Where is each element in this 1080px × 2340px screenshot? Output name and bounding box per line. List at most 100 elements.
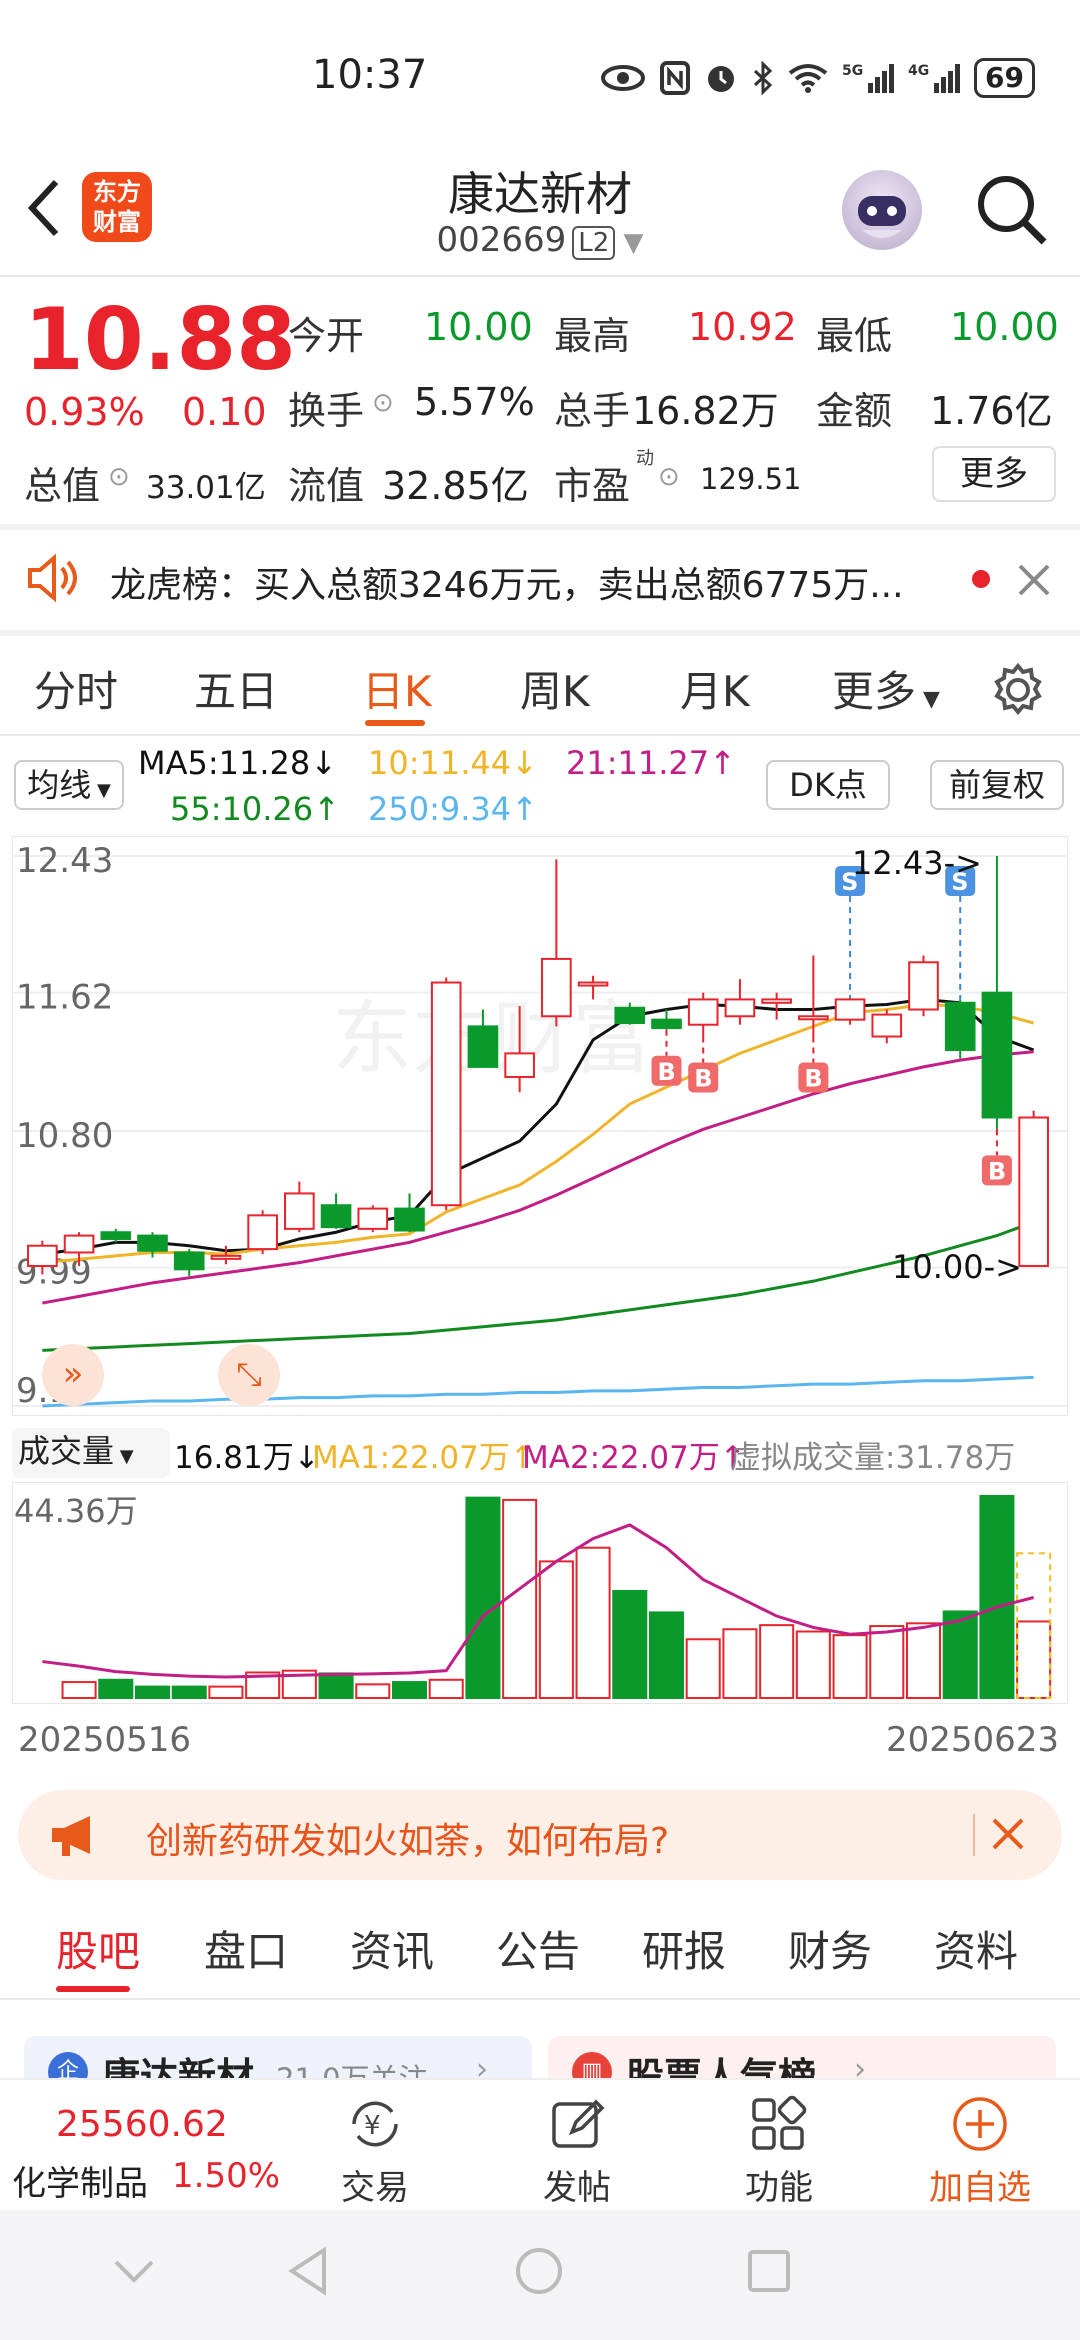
active-content-tab-indicator [56, 1986, 130, 1992]
fullscreen-icon[interactable]: ⤡ [218, 1344, 280, 1406]
volume-bar [391, 1681, 428, 1700]
candle-body [504, 1052, 535, 1079]
high-price-marker: 12.43-> [852, 844, 982, 882]
yen-exchange-icon[interactable]: ¥ [344, 2094, 406, 2154]
tab-announcements[interactable]: 公告 [496, 1918, 580, 1979]
tab-more[interactable]: 更多 ▼ [832, 658, 940, 719]
gear-icon[interactable] [990, 662, 1046, 718]
candle-body [577, 981, 609, 987]
tabs-divider [0, 734, 1080, 736]
candle-body [687, 998, 719, 1026]
volume-bar [759, 1624, 795, 1699]
industry-name[interactable]: 化学制品 [12, 2156, 148, 2205]
tab-orderbook[interactable]: 盘口 [204, 1918, 288, 1979]
volume-bar [134, 1685, 171, 1700]
open-value: 10.00 [424, 305, 533, 349]
candle-body [981, 991, 1013, 1119]
stock-code: 002669 [436, 220, 567, 260]
feature-cards: 企 康达新材 21.0万关注 › ▥ 股票人气榜 › [0, 2010, 1080, 2080]
candle-body [137, 1234, 168, 1252]
y-tick-label: 11.62 [16, 978, 113, 1018]
amount-value: 1.76亿 [930, 389, 1053, 433]
candle-body [834, 998, 866, 1021]
nav-back-icon[interactable] [286, 2246, 330, 2296]
expand-right-icon[interactable]: » [42, 1344, 104, 1406]
tab-daily-k[interactable]: 日K [362, 658, 432, 719]
edit-post-icon[interactable] [548, 2094, 608, 2154]
close-icon[interactable] [990, 1816, 1026, 1852]
y-tick-label: 12.43 [16, 841, 113, 881]
svg-text:4G: 4G [908, 63, 929, 79]
tab-guba[interactable]: 股吧 [56, 1918, 140, 1979]
candle-body [1018, 1116, 1049, 1267]
candle-body [210, 1254, 242, 1260]
amount-label: 金额 [816, 389, 893, 433]
ma55-value: 55:10.26↑ [170, 790, 340, 828]
stock-forum-card[interactable]: 企 康达新材 21.0万关注 › [24, 2036, 532, 2080]
volume-ma2: MA2:22.07万↑ [522, 1440, 746, 1476]
grid-apps-icon[interactable] [748, 2094, 808, 2154]
volume-bar [171, 1685, 207, 1700]
tab-finance[interactable]: 财务 [788, 1918, 872, 1979]
tab-monthly-k[interactable]: 月K [680, 658, 750, 719]
status-icons: 5G 4G 69 [600, 58, 1035, 98]
volume-bar [612, 1589, 648, 1699]
tab-research[interactable]: 研报 [642, 1918, 726, 1979]
signal-4g-icon: 4G [908, 63, 960, 93]
add-watchlist-label[interactable]: 加自选 [918, 2160, 1042, 2209]
volume-chart[interactable]: 44.36万 [12, 1482, 1068, 1704]
kline-chart[interactable]: 12.4311.6210.809.999.17东方财富BBBBSS12.43->… [12, 836, 1068, 1416]
adjust-button[interactable]: 前复权 [930, 760, 1064, 810]
end-date: 20250623 [886, 1720, 1060, 1760]
popularity-card[interactable]: ▥ 股票人气榜 › [548, 2036, 1056, 2080]
candle-body [871, 1013, 903, 1038]
buy-marker-text: B [804, 1065, 822, 1093]
mktcap-value: 33.01亿 [146, 470, 266, 506]
nav-home-icon[interactable] [514, 2246, 564, 2296]
candle-body [467, 1025, 499, 1068]
volume-value: 16.82万 [632, 389, 779, 433]
candle-body [284, 1192, 315, 1230]
more-quote-button[interactable]: 更多 [932, 446, 1056, 502]
function-label[interactable]: 功能 [734, 2160, 824, 2209]
dk-point-button[interactable]: DK点 [766, 760, 890, 810]
search-icon[interactable] [974, 172, 1050, 248]
ma21-value: 21:11.27↑ [566, 744, 736, 782]
nav-recents-icon[interactable] [746, 2248, 792, 2294]
notice-text: 龙虎榜：买入总额3246万元，卖出总额6775万... [110, 565, 904, 606]
eye-icon [601, 65, 645, 91]
tab-weekly-k[interactable]: 周K [520, 658, 590, 719]
add-plus-icon[interactable] [950, 2094, 1010, 2154]
notice-dot [972, 570, 990, 588]
volume-bar [355, 1683, 391, 1700]
info-icon[interactable]: ⊙ [108, 462, 130, 492]
info-icon[interactable]: ⊙ [372, 388, 394, 418]
stock-header: 东方 财富 康达新材 002669 L2 ▼ [0, 150, 1080, 275]
robot-assistant-icon[interactable] [842, 170, 922, 250]
volume-bar [465, 1496, 501, 1700]
promo-banner[interactable]: 创新药研发如火如荼，如何布局? [18, 1790, 1062, 1880]
info-icon[interactable]: ⊙ [658, 462, 680, 492]
svg-text:5G: 5G [842, 63, 863, 79]
chevron-right-icon: › [854, 2052, 866, 2080]
change-amount: 0.10 [182, 390, 267, 434]
post-label[interactable]: 发帖 [532, 2160, 622, 2209]
start-date: 20250516 [18, 1720, 192, 1760]
ma-dropdown[interactable]: 均线 ▼ [14, 760, 124, 810]
candle-body [761, 998, 792, 1004]
volume-dropdown[interactable]: 成交量 ▼ [12, 1428, 170, 1478]
industry-index-value[interactable]: 25560.62 [56, 2104, 228, 2145]
chevron-down-icon[interactable] [112, 2256, 156, 2286]
volume-bar [648, 1611, 685, 1699]
tab-news[interactable]: 资讯 [350, 1918, 434, 1979]
trade-label[interactable]: 交易 [330, 2160, 420, 2209]
status-time: 10:37 [312, 52, 428, 98]
candle-body [394, 1207, 425, 1232]
close-icon[interactable] [1016, 562, 1052, 598]
float-value: 32.85亿 [382, 464, 529, 508]
tab-profile[interactable]: 资料 [934, 1918, 1018, 1979]
tab-intraday[interactable]: 分时 [34, 658, 118, 719]
tab-five-day[interactable]: 五日 [194, 658, 278, 719]
notice-bar[interactable]: 龙虎榜：买入总额3246万元，卖出总额6775万... [0, 530, 1080, 630]
volume-bar [832, 1634, 868, 1700]
